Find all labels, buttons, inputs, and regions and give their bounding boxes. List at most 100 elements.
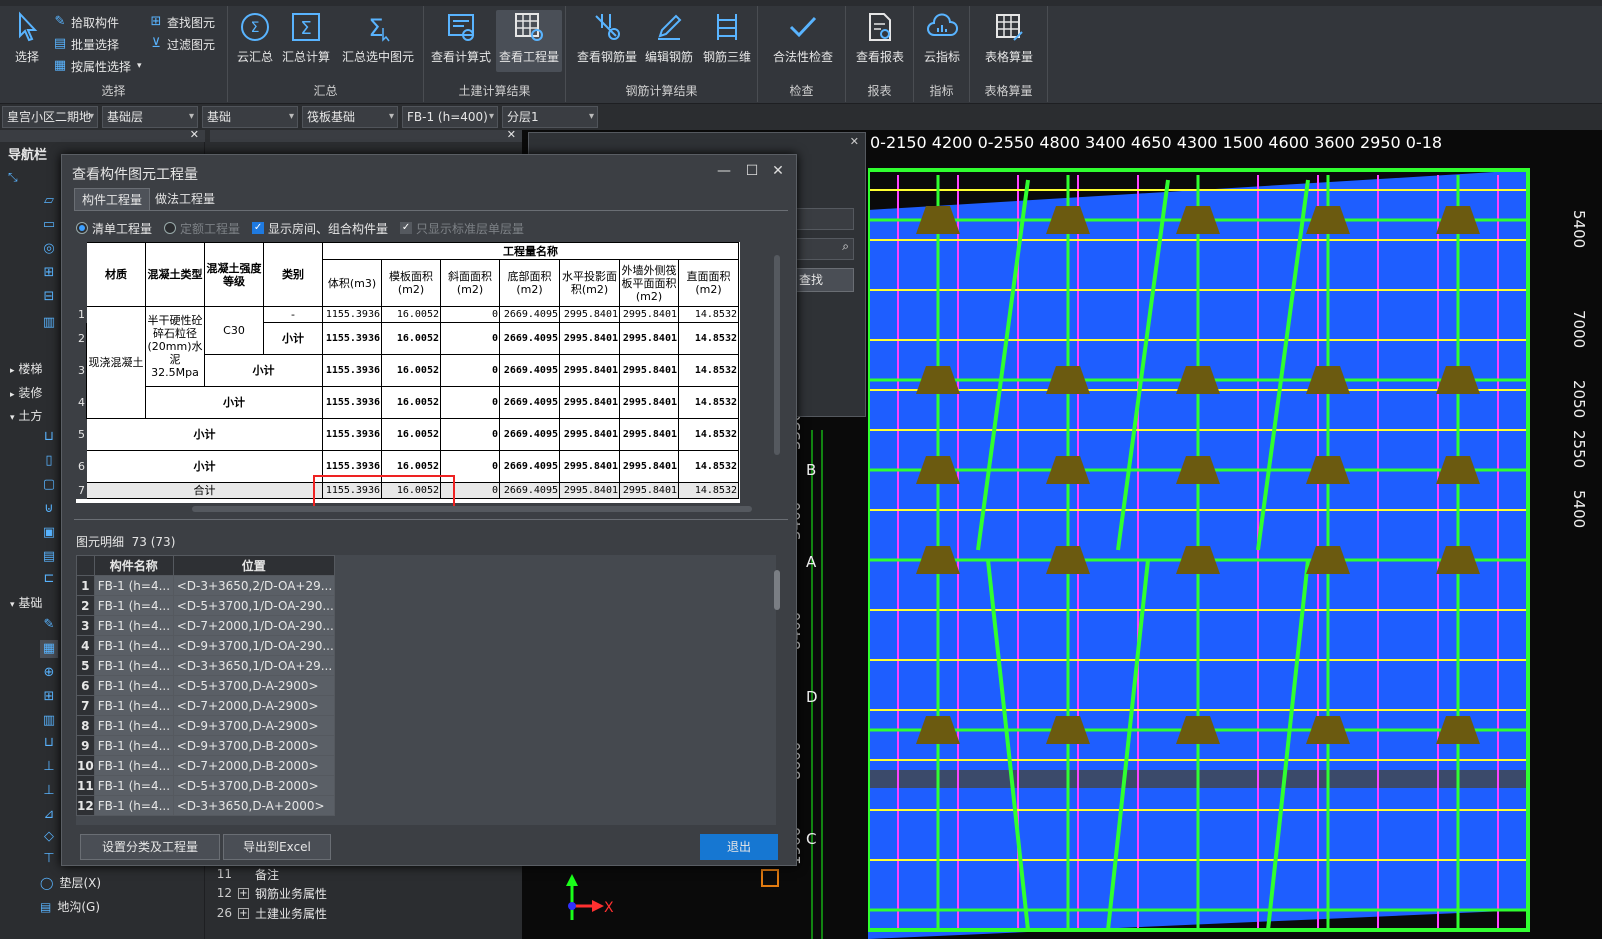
nav-item-icon[interactable]: ▭	[40, 216, 58, 234]
nav-item-icon[interactable]: ▥	[40, 314, 58, 332]
batch-select-button[interactable]: ▤ 批量选择	[52, 34, 119, 54]
view-report-button[interactable]: 查看报表	[852, 10, 908, 72]
pin-icon[interactable]: ⤡	[8, 170, 18, 185]
nav-item-icon[interactable]: ⊿	[40, 806, 58, 824]
nav-item-icon[interactable]: ⊔	[40, 734, 58, 752]
table-row[interactable]: 5 小计 1155.3936 16.0052 0 2669.4095 2995.8401…	[76, 418, 739, 451]
list-item[interactable]: 12 FB-1 (h=4... <D-3+3650,D-A+2000>	[76, 795, 335, 816]
horizontal-scrollbar[interactable]	[192, 506, 752, 512]
expand-icon[interactable]: +	[238, 887, 249, 899]
expand-icon[interactable]: +	[238, 907, 249, 919]
cell-value: 2995.8401	[619, 418, 679, 451]
view-rebar-button[interactable]: 查看钢筋量	[576, 10, 638, 72]
nav-item-icon[interactable]: ⊤	[40, 850, 58, 868]
nav-item-icon[interactable]: ⊞	[40, 264, 58, 282]
summary-calc-button[interactable]: Σ 汇总计算	[280, 10, 332, 72]
list-item[interactable]: 10 FB-1 (h=4... <D-7+2000,D-B-2000>	[76, 755, 335, 776]
nav-item-icon[interactable]: ⊔	[40, 428, 58, 446]
nav-item-icon[interactable]: ✎	[40, 616, 58, 634]
select-by-attr-button[interactable]: ▦ 按属性选择 ▾	[52, 56, 142, 76]
view-quantity-button[interactable]: 查看工程量	[496, 10, 562, 72]
cell-value: 1155.3936	[322, 306, 382, 323]
nav-group-stairs[interactable]: ▸ 楼梯	[10, 360, 42, 377]
export-excel-button[interactable]: 导出到Excel	[223, 834, 331, 860]
set-category-button[interactable]: 设置分类及工程量	[80, 834, 220, 860]
nav-item-icon[interactable]: ⊥	[40, 758, 58, 776]
list-item[interactable]: 7 FB-1 (h=4... <D-7+2000,D-A-2900>	[76, 695, 335, 716]
nav-item-icon[interactable]: ▤	[40, 548, 58, 566]
tab-method-quantity[interactable]: 做法工程量	[148, 188, 222, 210]
nav-item-icon[interactable]: ◇	[40, 828, 58, 846]
nav-group-foundation[interactable]: ▾ 基础	[10, 594, 42, 611]
minimize-icon[interactable]: —	[714, 161, 734, 181]
nav-item-icon[interactable]: ▯	[40, 452, 58, 470]
detail-scrollbar[interactable]	[774, 570, 780, 610]
table-calc-button[interactable]: 表格算量	[978, 10, 1040, 72]
close-icon[interactable]: ✕	[768, 161, 788, 181]
layer-select[interactable]: 分层1	[502, 106, 598, 128]
find-element-button[interactable]: ⊞ 查找图元	[148, 12, 215, 32]
table-row[interactable]: 4 小计 1155.3936 16.0052 0 2669.4095 2995.8401…	[76, 386, 739, 419]
table-row[interactable]: 1 现浇混凝土 半干硬性砼碎石粒径(20mm)水泥32.5Mpa C30 - 1…	[76, 306, 739, 419]
type-select[interactable]: 筏板基础	[302, 106, 398, 128]
edit-rebar-button[interactable]: 编辑钢筋	[642, 10, 696, 72]
summary-selected-button[interactable]: Σ 汇总选中图元	[336, 10, 420, 72]
nav-item-icon[interactable]: ⊏	[40, 570, 58, 588]
nav-item-icon[interactable]: ▢	[40, 476, 58, 494]
exit-button[interactable]: 退出	[700, 834, 778, 860]
list-item[interactable]: 3 FB-1 (h=4... <D-7+2000,1/D-OA-290...	[76, 615, 335, 636]
radio-quota-quantity[interactable]: 定额工程量	[164, 220, 240, 237]
nav-item-cushion[interactable]: ◯ 垫层(X)	[40, 874, 101, 891]
nav-item-icon[interactable]: ⊞	[40, 688, 58, 706]
prop-row[interactable]: 12 + 钢筋业务属性	[210, 883, 327, 903]
col-category: 类别	[263, 242, 323, 307]
cloud-summary-button[interactable]: Σ 云汇总	[234, 10, 276, 72]
nav-item-icon[interactable]: ⊕	[40, 664, 58, 682]
list-item[interactable]: 5 FB-1 (h=4... <D-3+3650,1/D-OA+29...	[76, 655, 335, 676]
prop-row[interactable]: 11 备注	[210, 864, 279, 884]
nav-item-trench[interactable]: ▤ 地沟(G)	[40, 898, 100, 915]
radio-bill-quantity[interactable]: 清单工程量	[76, 220, 152, 237]
nav-item-icon[interactable]: ▥	[40, 712, 58, 730]
select-tool-button[interactable]: 选择	[8, 10, 46, 72]
list-item[interactable]: 4 FB-1 (h=4... <D-9+3700,1/D-OA-290...	[76, 635, 335, 656]
table-row-total[interactable]: 7 合计 1155.3936 16.0052 0 2669.4095 2995.8401…	[76, 482, 739, 499]
close-icon[interactable]: ✕	[190, 128, 199, 141]
list-item[interactable]: 6 FB-1 (h=4... <D-5+3700,D-A-2900>	[76, 675, 335, 696]
vertical-scrollbar[interactable]	[774, 255, 780, 455]
list-item[interactable]: 9 FB-1 (h=4... <D-9+3700,D-B-2000>	[76, 735, 335, 756]
category-select[interactable]: 基础	[202, 106, 298, 128]
floor-selector-bar: 皇宫小区二期地 基础层 基础 筏板基础 FB-1 (h=400) 分层1	[0, 105, 868, 129]
cad-canvas[interactable]: 0-2150 4200 0-2550 4800 3400 4650 4300 1…	[868, 130, 1602, 939]
nav-group-decor[interactable]: ▸ 装修	[10, 384, 42, 401]
tab-component-quantity[interactable]: 构件工程量	[74, 188, 151, 210]
filter-element-button[interactable]: ⊻ 过滤图元	[148, 34, 215, 54]
nav-item-icon[interactable]: ⊟	[40, 288, 58, 306]
checkbox-std-only[interactable]: ✓ 只显示标准层单层量	[400, 220, 524, 237]
checkbox-show-room[interactable]: ✓ 显示房间、组合构件量	[252, 220, 388, 237]
nav-item-icon[interactable]: ◎	[40, 240, 58, 258]
nav-item-icon[interactable]: ⊥	[40, 782, 58, 800]
pick-component-button[interactable]: ✎ 拾取构件	[52, 12, 119, 32]
floor-select[interactable]: 基础层	[102, 106, 198, 128]
view-formula-button[interactable]: 查看计算式	[428, 10, 494, 72]
nav-item-raft-icon[interactable]: ▦	[40, 640, 58, 658]
close-icon[interactable]: ✕	[850, 135, 859, 148]
component-select[interactable]: FB-1 (h=400)	[402, 106, 498, 128]
maximize-icon[interactable]: ☐	[742, 161, 762, 181]
rebar-3d-button[interactable]: 钢筋三维	[700, 10, 754, 72]
close-icon[interactable]: ✕	[507, 128, 516, 141]
cloud-index-button[interactable]: 云指标	[920, 10, 964, 72]
list-item[interactable]: 8 FB-1 (h=4... <D-9+3700,D-A-2900>	[76, 715, 335, 736]
legal-check-button[interactable]: 合法性检查	[766, 10, 840, 72]
project-select[interactable]: 皇宫小区二期地	[2, 106, 98, 128]
nav-item-icon[interactable]: ▱	[40, 192, 58, 210]
nav-item-icon[interactable]: ⊍	[40, 500, 58, 518]
list-item[interactable]: 1 FB-1 (h=4... <D-3+3650,2/D-OA+29...	[76, 575, 335, 596]
nav-item-icon[interactable]: ▣	[40, 524, 58, 542]
table-row[interactable]: 6 小计 1155.3936 16.0052 0 2669.4095 2995.8401…	[76, 450, 739, 483]
prop-row[interactable]: 26 + 土建业务属性	[210, 903, 327, 923]
list-item[interactable]: 11 FB-1 (h=4... <D-5+3700,D-B-2000>	[76, 775, 335, 796]
nav-group-earth[interactable]: ▾ 土方	[10, 407, 42, 424]
list-item[interactable]: 2 FB-1 (h=4... <D-5+3700,1/D-OA-290...	[76, 595, 335, 616]
